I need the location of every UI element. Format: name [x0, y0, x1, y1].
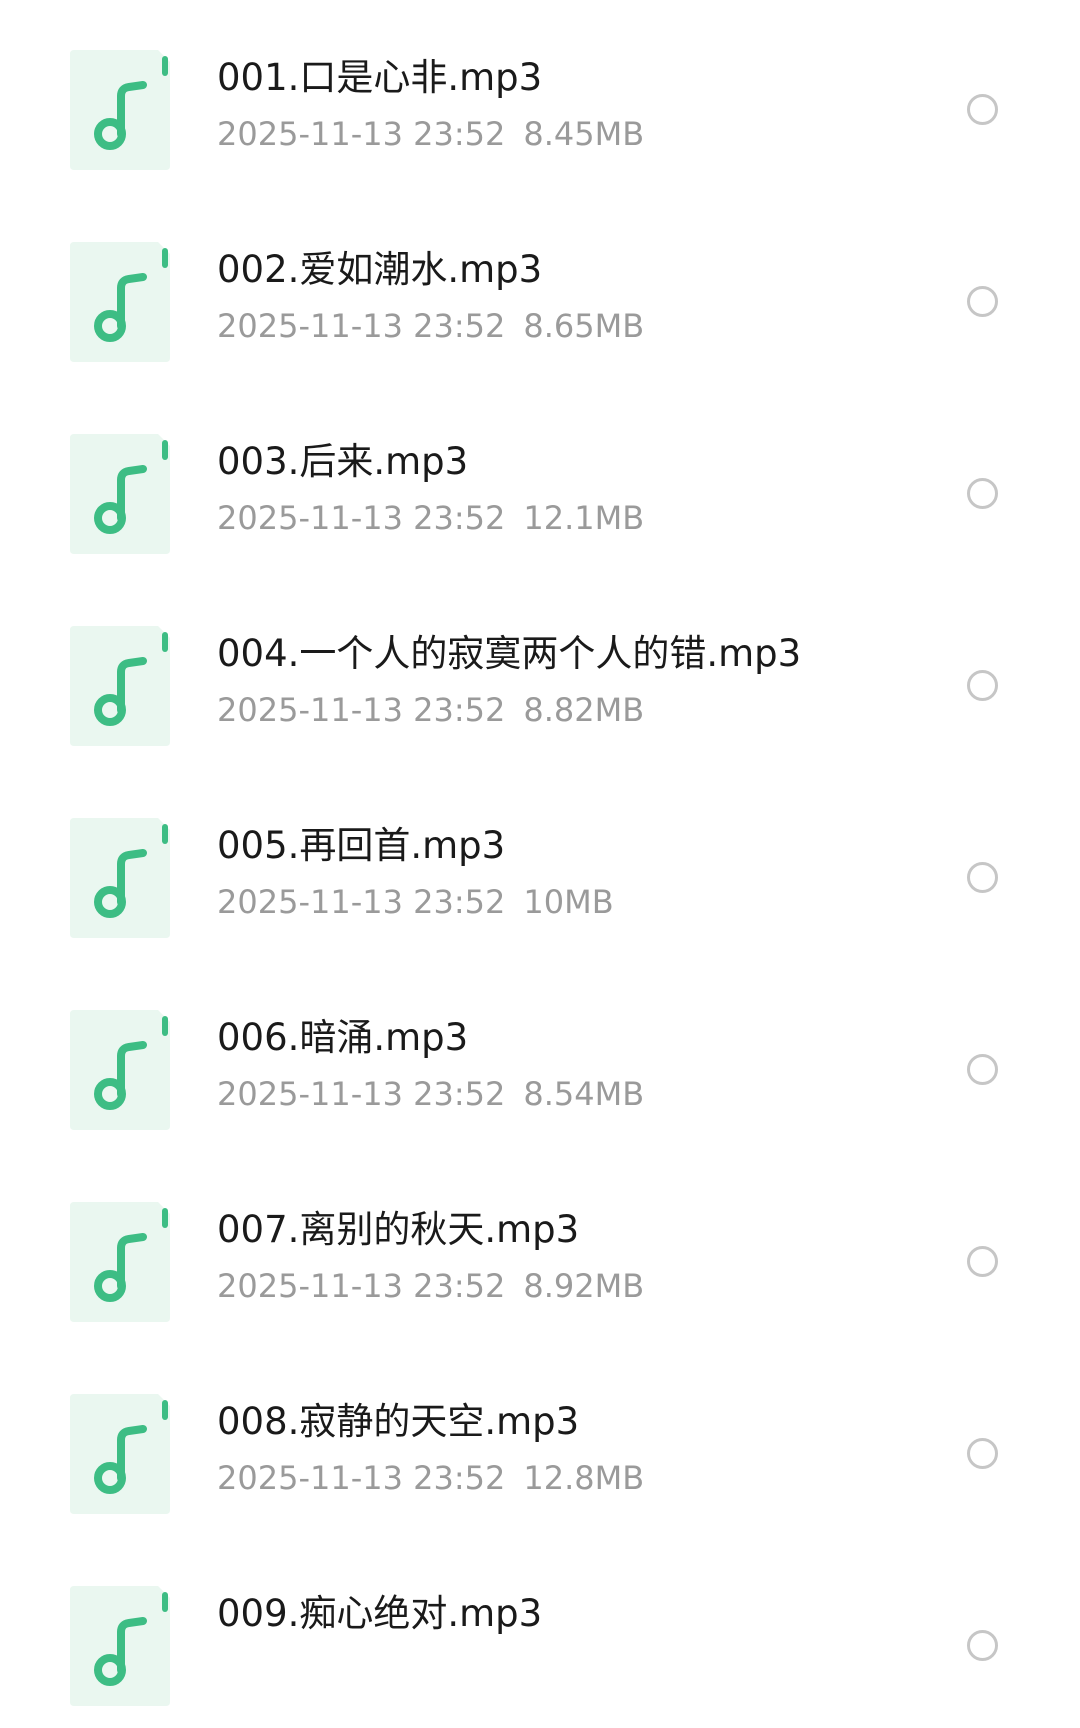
- file-size: 12.1MB: [523, 499, 645, 537]
- file-date: 2025-11-13 23:52: [217, 691, 506, 729]
- music-file-icon: [70, 50, 170, 170]
- file-row[interactable]: 007.离别的秋天.mp3 2025-11-13 23:52 8.92MB: [0, 1152, 1080, 1344]
- file-name: 009.痴心绝对.mp3: [217, 1592, 543, 1635]
- file-row[interactable]: 008.寂静的天空.mp3 2025-11-13 23:52 12.8MB: [0, 1344, 1080, 1536]
- file-name: 007.离别的秋天.mp3: [217, 1208, 580, 1251]
- music-file-icon: [70, 1586, 170, 1706]
- file-size: 8.82MB: [523, 691, 645, 729]
- select-radio[interactable]: [967, 1438, 998, 1469]
- file-date: 2025-11-13 23:52: [217, 115, 506, 153]
- select-radio[interactable]: [967, 670, 998, 701]
- music-file-icon: [70, 626, 170, 746]
- file-row[interactable]: 009.痴心绝对.mp3: [0, 1536, 1080, 1728]
- file-meta: 2025-11-13 23:52 10MB: [217, 880, 614, 924]
- file-size: 10MB: [523, 883, 614, 921]
- select-radio[interactable]: [967, 1246, 998, 1277]
- file-date: 2025-11-13 23:52: [217, 1267, 506, 1305]
- file-name: 001.口是心非.mp3: [217, 56, 543, 99]
- file-meta: 2025-11-13 23:52 8.65MB: [217, 304, 644, 348]
- select-radio[interactable]: [967, 1054, 998, 1085]
- file-meta: 2025-11-13 23:52 8.92MB: [217, 1264, 644, 1308]
- select-radio[interactable]: [967, 478, 998, 509]
- file-row[interactable]: 001.口是心非.mp3 2025-11-13 23:52 8.45MB: [0, 0, 1080, 192]
- file-name: 006.暗涌.mp3: [217, 1016, 469, 1059]
- music-file-icon: [70, 434, 170, 554]
- select-radio[interactable]: [967, 286, 998, 317]
- file-row[interactable]: 005.再回首.mp3 2025-11-13 23:52 10MB: [0, 768, 1080, 960]
- music-file-icon: [70, 242, 170, 362]
- file-date: 2025-11-13 23:52: [217, 307, 506, 345]
- music-file-icon: [70, 1202, 170, 1322]
- file-meta: 2025-11-13 23:52 8.54MB: [217, 1072, 644, 1116]
- music-file-icon: [70, 1010, 170, 1130]
- select-radio[interactable]: [967, 862, 998, 893]
- file-name: 002.爱如潮水.mp3: [217, 248, 543, 291]
- file-size: 8.92MB: [523, 1267, 645, 1305]
- file-name: 005.再回首.mp3: [217, 824, 506, 867]
- file-row[interactable]: 002.爱如潮水.mp3 2025-11-13 23:52 8.65MB: [0, 192, 1080, 384]
- file-size: 12.8MB: [523, 1459, 645, 1497]
- file-name: 008.寂静的天空.mp3: [217, 1400, 580, 1443]
- select-radio[interactable]: [967, 1630, 998, 1661]
- file-size: 8.65MB: [523, 307, 645, 345]
- file-meta: 2025-11-13 23:52 12.1MB: [217, 496, 644, 540]
- select-radio[interactable]: [967, 94, 998, 125]
- file-date: 2025-11-13 23:52: [217, 1075, 506, 1113]
- file-date: 2025-11-13 23:52: [217, 499, 506, 537]
- file-meta: [217, 1648, 235, 1692]
- file-row[interactable]: 006.暗涌.mp3 2025-11-13 23:52 8.54MB: [0, 960, 1080, 1152]
- file-meta: 2025-11-13 23:52 8.45MB: [217, 112, 644, 156]
- file-date: 2025-11-13 23:52: [217, 883, 506, 921]
- file-row[interactable]: 003.后来.mp3 2025-11-13 23:52 12.1MB: [0, 384, 1080, 576]
- music-file-icon: [70, 1394, 170, 1514]
- music-file-icon: [70, 818, 170, 938]
- file-size: 8.54MB: [523, 1075, 645, 1113]
- file-size: 8.45MB: [523, 115, 645, 153]
- file-name: 004.一个人的寂寞两个人的错.mp3: [217, 632, 802, 675]
- file-row[interactable]: 004.一个人的寂寞两个人的错.mp3 2025-11-13 23:52 8.82…: [0, 576, 1080, 768]
- file-name: 003.后来.mp3: [217, 440, 469, 483]
- file-date: 2025-11-13 23:52: [217, 1459, 506, 1497]
- file-meta: 2025-11-13 23:52 8.82MB: [217, 688, 644, 732]
- file-meta: 2025-11-13 23:52 12.8MB: [217, 1456, 644, 1500]
